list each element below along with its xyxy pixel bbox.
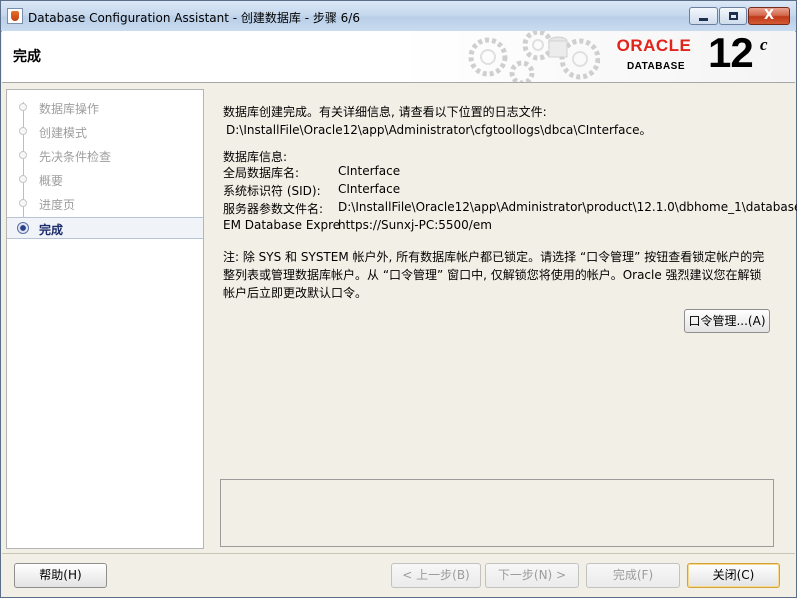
nav-step-summary[interactable]: 概要 bbox=[7, 168, 203, 190]
intro-text: 数据库创建完成。有关详细信息, 请查看以下位置的日志文件: bbox=[223, 105, 547, 119]
note-line-1: 注: 除 SYS 和 SYSTEM 帐户外, 所有数据库帐户都已锁定。请选择 “… bbox=[223, 250, 765, 264]
note-line-2: 整列表或管理数据库帐户。从 “口令管理” 窗口中, 仅解锁您将使用的帐户。Ora… bbox=[223, 268, 762, 282]
step-current-icon bbox=[17, 222, 29, 234]
em-express-label: EM Database Expre bbox=[223, 218, 341, 232]
nav-step-label: 创建模式 bbox=[39, 126, 88, 140]
window-title: Database Configuration Assistant - 创建数据库… bbox=[28, 11, 360, 25]
step-navigation: 数据库操作 创建模式 先决条件检查 概要 进度页 完成 bbox=[6, 89, 204, 549]
oracle-logo-brand: ORACLE bbox=[616, 36, 692, 55]
em-express-url: https://Sunxj-PC:5500/em bbox=[338, 218, 492, 232]
close-icon: X bbox=[763, 8, 775, 23]
footer-divider bbox=[2, 553, 795, 554]
password-management-button[interactable]: 口令管理...(A) bbox=[684, 309, 770, 333]
nav-step-label: 进度页 bbox=[39, 198, 76, 212]
finish-button[interactable]: 完成(F) bbox=[586, 563, 680, 588]
title-bar: Database Configuration Assistant - 创建数据库… bbox=[1, 1, 796, 32]
version-suffix: c bbox=[760, 35, 768, 54]
wizard-header: 完成 ORACLE DATABASE 12 c bbox=[2, 29, 795, 83]
nav-step-label: 数据库操作 bbox=[39, 102, 100, 116]
help-button[interactable]: 帮助(H) bbox=[14, 563, 107, 588]
message-area bbox=[220, 479, 774, 547]
nav-step-progress[interactable]: 进度页 bbox=[7, 192, 203, 214]
oracle-logo: ORACLE DATABASE bbox=[602, 36, 706, 78]
sid-value: CInterface bbox=[338, 182, 401, 196]
version-number: 12 bbox=[708, 29, 754, 76]
step-done-icon bbox=[19, 127, 27, 135]
page-title: 完成 bbox=[13, 49, 41, 65]
global-db-name-value: CInterface bbox=[338, 164, 401, 178]
note-line-3: 帐户后立即更改默认口令。 bbox=[223, 286, 368, 300]
nav-step-finish[interactable]: 完成 bbox=[7, 217, 203, 239]
main-panel: 数据库创建完成。有关详细信息, 请查看以下位置的日志文件: D:\Install… bbox=[207, 83, 797, 549]
close-button[interactable]: 关闭(C) bbox=[687, 563, 780, 588]
info-heading: 数据库信息: bbox=[223, 150, 288, 164]
log-path: D:\InstallFile\Oracle12\app\Administrato… bbox=[226, 123, 652, 137]
java-app-icon bbox=[7, 8, 23, 24]
nav-step-label: 完成 bbox=[39, 223, 64, 237]
oracle-logo-database: DATABASE bbox=[626, 61, 686, 72]
nav-step-create-mode[interactable]: 创建模式 bbox=[7, 120, 203, 142]
gears-graphic-icon bbox=[468, 31, 600, 82]
sid-label: 系统标识符 (SID): bbox=[223, 184, 321, 198]
next-button[interactable]: 下一步(N) > bbox=[485, 563, 579, 588]
minimize-button[interactable] bbox=[689, 7, 718, 25]
spfile-label: 服务器参数文件名: bbox=[223, 202, 324, 216]
back-button[interactable]: < 上一步(B) bbox=[391, 563, 481, 588]
spfile-value: D:\InstallFile\Oracle12\app\Administrato… bbox=[338, 200, 797, 214]
step-done-icon bbox=[19, 175, 27, 183]
dbca-window: Database Configuration Assistant - 创建数据库… bbox=[0, 0, 797, 598]
step-done-icon bbox=[19, 151, 27, 159]
global-db-name-label: 全局数据库名: bbox=[223, 166, 300, 180]
nav-step-db-operation[interactable]: 数据库操作 bbox=[7, 96, 203, 118]
maximize-icon bbox=[729, 12, 738, 20]
maximize-button[interactable] bbox=[719, 7, 747, 25]
step-done-icon bbox=[19, 103, 27, 111]
minimize-icon bbox=[699, 18, 708, 21]
nav-step-prereq-check[interactable]: 先决条件检查 bbox=[7, 144, 203, 166]
step-done-icon bbox=[19, 199, 27, 207]
nav-step-label: 先决条件检查 bbox=[39, 150, 112, 164]
window-close-button[interactable]: X bbox=[748, 7, 790, 25]
nav-step-label: 概要 bbox=[39, 174, 64, 188]
